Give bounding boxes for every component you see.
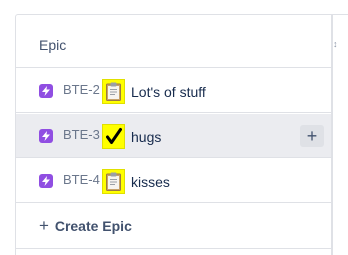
create-epic-label: Create Epic bbox=[54, 218, 132, 234]
epic-row[interactable]: BTE-4 kisses bbox=[16, 159, 332, 203]
epic-key[interactable]: BTE-2 bbox=[63, 82, 100, 97]
epic-summary[interactable]: Lot's of stuff bbox=[131, 84, 206, 100]
epic-icon bbox=[39, 129, 53, 143]
resize-handle-icon[interactable]: ↕ bbox=[333, 39, 338, 49]
clipboard-icon bbox=[102, 79, 125, 104]
add-button[interactable]: + bbox=[300, 125, 324, 147]
epic-column-header: Epic ↕ bbox=[16, 15, 338, 68]
epic-icon bbox=[39, 174, 53, 188]
plus-icon: + bbox=[39, 216, 49, 235]
column-divider[interactable] bbox=[331, 14, 333, 255]
epic-summary[interactable]: kisses bbox=[131, 174, 170, 190]
epic-panel: Epic ↕ BTE-2 Lot's of stuff BTE-3 hugs +… bbox=[15, 14, 348, 255]
epic-key[interactable]: BTE-4 bbox=[63, 172, 100, 187]
epic-row[interactable]: BTE-2 Lot's of stuff bbox=[16, 69, 332, 113]
check-mark-icon bbox=[102, 124, 125, 149]
create-epic-button[interactable]: + Create Epic bbox=[39, 216, 132, 236]
divider bbox=[16, 248, 332, 249]
epic-key[interactable]: BTE-3 bbox=[63, 127, 100, 142]
clipboard-icon bbox=[102, 169, 125, 194]
epic-row[interactable]: BTE-3 hugs + bbox=[16, 114, 332, 158]
epic-icon bbox=[39, 84, 53, 98]
column-header-title: Epic bbox=[39, 37, 67, 53]
epic-summary[interactable]: hugs bbox=[131, 129, 161, 145]
